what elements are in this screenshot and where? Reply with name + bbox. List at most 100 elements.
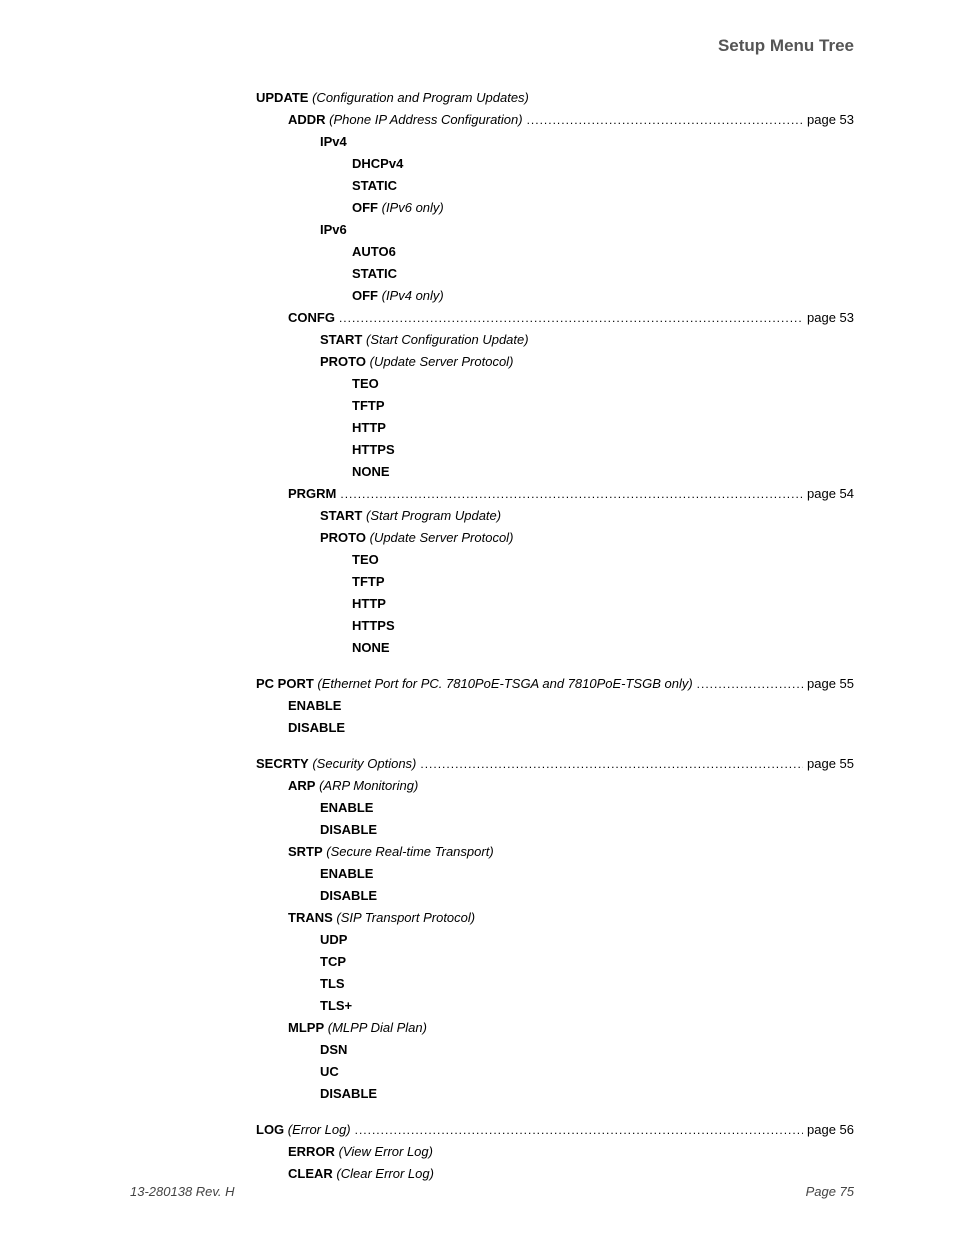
menu-line: AUTO6 [256, 244, 854, 261]
menu-label: HTTP [352, 596, 386, 611]
menu-italic-text: (SIP Transport Protocol) [333, 910, 475, 925]
menu-label: STATIC [352, 266, 397, 281]
menu-line: ARP (ARP Monitoring) [256, 778, 854, 795]
menu-label: OFF (IPv6 only) [352, 200, 444, 215]
gap [256, 662, 854, 676]
menu-label: PROTO (Update Server Protocol) [320, 530, 513, 545]
menu-bold-text: PROTO [320, 354, 366, 369]
menu-label: TFTP [352, 574, 385, 589]
menu-bold-text: ADDR [288, 112, 326, 127]
menu-line: LOG (Error Log) page 56 [256, 1122, 854, 1139]
menu-label: CLEAR (Clear Error Log) [288, 1166, 434, 1181]
menu-label: ERROR (View Error Log) [288, 1144, 433, 1159]
menu-bold-text: TEO [352, 376, 379, 391]
menu-bold-text: TRANS [288, 910, 333, 925]
menu-bold-text: STATIC [352, 266, 397, 281]
menu-bold-text: PRGRM [288, 486, 336, 501]
menu-label: HTTPS [352, 442, 395, 457]
menu-italic-text: (Secure Real-time Transport) [323, 844, 494, 859]
menu-bold-text: NONE [352, 464, 390, 479]
dot-leader [340, 487, 803, 501]
menu-italic-text: (Ethernet Port for PC. 7810PoE-TSGA and … [314, 676, 693, 691]
menu-label: AUTO6 [352, 244, 396, 259]
menu-line: IPv6 [256, 222, 854, 239]
menu-bold-text: TEO [352, 552, 379, 567]
menu-bold-text: LOG [256, 1122, 284, 1137]
menu-bold-text: START [320, 332, 362, 347]
menu-bold-text: HTTPS [352, 618, 395, 633]
menu-line: TEO [256, 552, 854, 569]
menu-bold-text: UDP [320, 932, 347, 947]
menu-line: UDP [256, 932, 854, 949]
menu-line: MLPP (MLPP Dial Plan) [256, 1020, 854, 1037]
menu-italic-text: (MLPP Dial Plan) [324, 1020, 427, 1035]
menu-bold-text: CONFG [288, 310, 335, 325]
menu-line: ADDR (Phone IP Address Configuration) pa… [256, 112, 854, 129]
menu-label: START (Start Program Update) [320, 508, 501, 523]
menu-bold-text: DSN [320, 1042, 347, 1057]
menu-label: UC [320, 1064, 339, 1079]
menu-line: HTTP [256, 596, 854, 613]
menu-label: DISABLE [320, 1086, 377, 1101]
menu-label: TLS [320, 976, 345, 991]
menu-line: STATIC [256, 178, 854, 195]
menu-label: IPv4 [320, 134, 347, 149]
menu-line: ERROR (View Error Log) [256, 1144, 854, 1161]
menu-label: DSN [320, 1042, 347, 1057]
menu-bold-text: AUTO6 [352, 244, 396, 259]
doc-id: 13-280138 Rev. H [130, 1184, 235, 1199]
menu-tree-content: UPDATE (Configuration and Program Update… [130, 90, 854, 1183]
menu-line: CLEAR (Clear Error Log) [256, 1166, 854, 1183]
menu-italic-text: (IPv6 only) [378, 200, 444, 215]
menu-bold-text: ENABLE [288, 698, 341, 713]
menu-label: HTTP [352, 420, 386, 435]
menu-bold-text: SECRTY [256, 756, 309, 771]
menu-label: PRGRM [288, 486, 336, 501]
menu-line: START (Start Program Update) [256, 508, 854, 525]
menu-bold-text: STATIC [352, 178, 397, 193]
menu-italic-text: (Phone IP Address Configuration) [326, 112, 523, 127]
dot-leader [527, 113, 803, 127]
menu-line: START (Start Configuration Update) [256, 332, 854, 349]
menu-bold-text: TLS [320, 976, 345, 991]
menu-label: UPDATE (Configuration and Program Update… [256, 90, 529, 105]
menu-line: PC PORT (Ethernet Port for PC. 7810PoE-T… [256, 676, 854, 693]
menu-bold-text: NONE [352, 640, 390, 655]
menu-line: SECRTY (Security Options) page 55 [256, 756, 854, 773]
menu-label: TEO [352, 552, 379, 567]
menu-label: LOG (Error Log) [256, 1122, 351, 1137]
menu-line: DHCPv4 [256, 156, 854, 173]
dot-leader [355, 1123, 803, 1137]
menu-bold-text: PC PORT [256, 676, 314, 691]
menu-bold-text: MLPP [288, 1020, 324, 1035]
menu-line: ENABLE [256, 698, 854, 715]
menu-line: ENABLE [256, 866, 854, 883]
menu-bold-text: HTTP [352, 420, 386, 435]
menu-bold-text: SRTP [288, 844, 323, 859]
menu-line: TEO [256, 376, 854, 393]
menu-label: DISABLE [320, 822, 377, 837]
menu-bold-text: ENABLE [320, 800, 373, 815]
menu-bold-text: TFTP [352, 398, 385, 413]
menu-bold-text: ARP [288, 778, 315, 793]
menu-line: TFTP [256, 574, 854, 591]
page-reference: page 53 [807, 112, 854, 127]
menu-label: NONE [352, 640, 390, 655]
menu-italic-text: (IPv4 only) [378, 288, 444, 303]
menu-bold-text: HTTPS [352, 442, 395, 457]
menu-bold-text: DISABLE [320, 888, 377, 903]
menu-line: UPDATE (Configuration and Program Update… [256, 90, 854, 107]
menu-italic-text: (Error Log) [284, 1122, 350, 1137]
menu-label: ENABLE [320, 800, 373, 815]
menu-italic-text: (Configuration and Program Updates) [308, 90, 528, 105]
menu-bold-text: OFF [352, 288, 378, 303]
menu-bold-text: TLS+ [320, 998, 352, 1013]
menu-line: DISABLE [256, 1086, 854, 1103]
menu-bold-text: DISABLE [320, 822, 377, 837]
page-footer: 13-280138 Rev. H Page 75 [130, 1184, 854, 1199]
menu-bold-text: ENABLE [320, 866, 373, 881]
menu-line: STATIC [256, 266, 854, 283]
menu-italic-text: (View Error Log) [335, 1144, 433, 1159]
menu-label: SECRTY (Security Options) [256, 756, 416, 771]
menu-label: ENABLE [320, 866, 373, 881]
